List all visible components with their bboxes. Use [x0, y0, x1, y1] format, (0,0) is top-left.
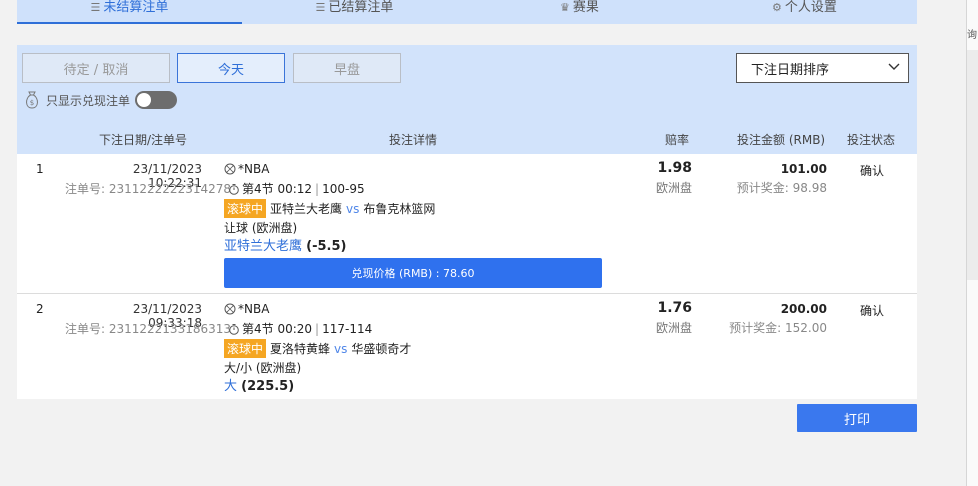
period-time: 第4节 00:20: [242, 322, 313, 336]
odds-type: 欧洲盘: [655, 181, 692, 195]
handicap: (225.5): [241, 379, 295, 394]
league-name: *NBA: [238, 162, 270, 176]
odds: 1.98: [657, 160, 692, 176]
bet-tabs: ☰ 未结算注单 ☰ 已结算注单 ♛ 赛果 ⚙ 个人设置: [17, 0, 917, 24]
teams: 滚球中 夏洛特黄蜂 vs 华盛顿奇才: [224, 339, 411, 358]
home-team: 夏洛特黄蜂: [270, 342, 331, 356]
cashout-only-label: 只显示兑现注单: [46, 93, 131, 108]
early-market-button[interactable]: 早盘: [293, 53, 401, 83]
league-name: *NBA: [238, 302, 270, 316]
filter-panel: 待定 / 取消 今天 早盘 下注日期排序 $ 只显示兑现注单: [17, 45, 917, 123]
odds: 1.76: [657, 300, 692, 316]
money-bag-icon: $: [26, 91, 38, 109]
cashout-button[interactable]: 兑现价格 (RMB) : 78.60: [224, 258, 602, 288]
selection: 亚特兰大老鹰 (-5.5): [224, 235, 346, 254]
tab-settled[interactable]: ☰ 已结算注单: [242, 0, 467, 24]
stopwatch-icon: [229, 183, 239, 195]
row-index: 2: [36, 302, 44, 316]
stopwatch-icon: [229, 323, 239, 335]
tab-results[interactable]: ♛ 赛果: [467, 0, 692, 24]
row-index: 1: [36, 162, 44, 176]
tab-settings[interactable]: ⚙ 个人设置: [692, 0, 917, 24]
cashout-only-toggle[interactable]: [135, 91, 178, 109]
period-time: 第4节 00:12: [242, 182, 313, 196]
stake-amount: 101.00: [780, 162, 827, 176]
gear-icon: ⚙: [772, 1, 782, 14]
market-type: 大/小 (欧洲盘): [224, 361, 302, 375]
potential-win: 预计奖金: 98.98: [736, 181, 827, 195]
sort-select[interactable]: 下注日期排序: [736, 53, 909, 83]
table-row: 2 23/11/2023 09:33:18 注单号: 2311222133186…: [17, 294, 917, 399]
score: 117-114: [322, 321, 373, 336]
bet-table: 1 23/11/2023 10:22:31 注单号: 2311222222314…: [17, 154, 917, 399]
sort-select-label: 下注日期排序: [751, 62, 830, 78]
basketball-icon: [224, 163, 236, 175]
header-amount: 投注金额 (RMB): [737, 133, 826, 147]
selection-name: 亚特兰大老鹰: [224, 239, 303, 254]
header-odds: 赔率: [665, 133, 690, 147]
market-type: 让球 (欧洲盘): [224, 221, 298, 235]
odds-type: 欧洲盘: [655, 321, 692, 335]
tab-unsettled[interactable]: ☰ 未结算注单: [17, 0, 242, 24]
chevron-down-icon: [888, 63, 900, 70]
toggle-knob: [137, 93, 152, 107]
stake-amount: 200.00: [780, 302, 827, 316]
list-icon: ☰: [315, 1, 326, 14]
vs-label: vs: [334, 341, 348, 356]
away-team: 布鲁克林篮网: [363, 202, 436, 216]
status-badge: 确认: [860, 164, 885, 178]
live-badge: 滚球中: [224, 339, 267, 358]
league: *NBA: [224, 302, 269, 316]
status-badge: 确认: [860, 304, 885, 318]
order-number: 注单号: 2311222133186313: [65, 322, 232, 336]
league: *NBA: [224, 162, 269, 176]
trophy-icon: ♛: [560, 1, 570, 14]
right-edge-panel: 询: [966, 0, 978, 486]
away-team: 华盛顿奇才: [351, 342, 412, 356]
print-button[interactable]: 打印: [797, 404, 917, 432]
table-row: 1 23/11/2023 10:22:31 注单号: 2311222222314…: [17, 154, 917, 293]
potential-win: 预计奖金: 152.00: [729, 321, 827, 335]
match-progress: 第4节 00:12 | 100-95: [228, 180, 365, 197]
edge-text: 询: [967, 30, 977, 41]
teams: 滚球中 亚特兰大老鹰 vs 布鲁克林篮网: [224, 199, 435, 218]
list-icon: ☰: [90, 1, 101, 14]
selection: 大 (225.5): [224, 375, 294, 394]
pending-cancel-button[interactable]: 待定 / 取消: [22, 53, 170, 83]
header-date: 下注日期/注单号: [99, 133, 188, 147]
header-detail: 投注详情: [389, 133, 438, 147]
vs-label: vs: [346, 201, 360, 216]
svg-text:$: $: [30, 99, 34, 107]
header-status: 投注状态: [847, 133, 896, 147]
today-button[interactable]: 今天: [177, 53, 285, 83]
score: 100-95: [322, 181, 365, 196]
table-header: 下注日期/注单号 投注详情 赔率 投注金额 (RMB) 投注状态: [17, 123, 917, 154]
basketball-icon: [224, 303, 236, 315]
home-team: 亚特兰大老鹰: [270, 202, 343, 216]
order-number: 注单号: 2311222222314278: [65, 182, 232, 196]
selection-name: 大: [224, 379, 238, 394]
match-progress: 第4节 00:20 | 117-114: [228, 320, 372, 337]
handicap: (-5.5): [306, 239, 347, 254]
cashout-only-row: $ 只显示兑现注单: [24, 91, 178, 109]
live-badge: 滚球中: [224, 199, 267, 218]
